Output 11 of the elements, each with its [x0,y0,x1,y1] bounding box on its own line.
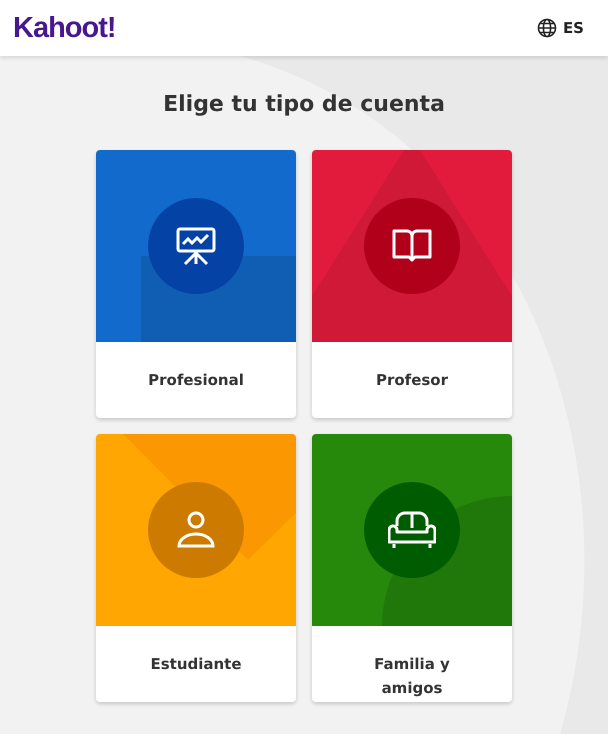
page-title: Elige tu tipo de cuenta [162,91,446,119]
globe-icon [536,18,557,38]
presentation-chart-icon [176,226,216,266]
account-type-card[interactable]: Familia y amigos [312,434,512,702]
logo[interactable]: Kahoot! [13,12,116,44]
sofa-icon [388,510,436,550]
person-icon [176,510,216,550]
account-type-card[interactable]: Estudiante [96,434,296,702]
language-button[interactable]: ES [534,16,586,40]
account-type-card[interactable]: Profesional [96,150,296,418]
account-type-card[interactable]: Profesor [312,150,512,418]
